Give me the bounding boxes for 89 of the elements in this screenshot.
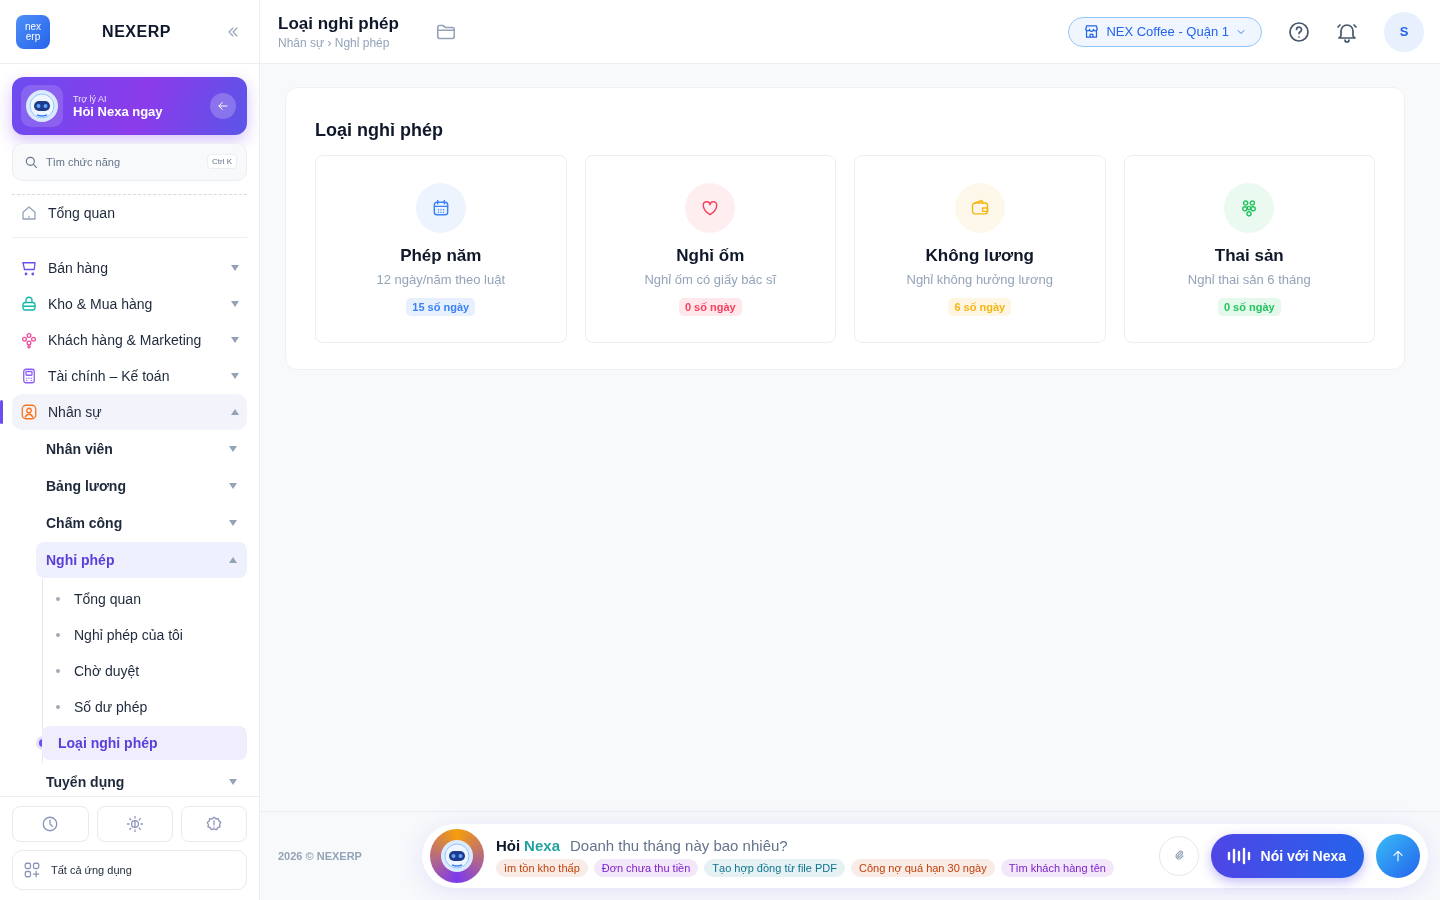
- assistant-title: Hỏi Nexa ngay: [73, 103, 164, 119]
- suggestion-chip[interactable]: Đơn chưa thu tiền: [593, 858, 699, 877]
- tool-button[interactable]: [12, 806, 89, 842]
- card-title: Phép năm: [400, 246, 482, 266]
- days-badge: 15 số ngày: [406, 298, 476, 316]
- caret-icon: [231, 265, 239, 271]
- leave-type-card[interactable]: Không lương Nghỉ không hưởng lương 6 số ngày: [854, 155, 1106, 343]
- leave-type-card[interactable]: Thai sản Nghỉ thai sản 6 tháng 0 số ngày: [1123, 155, 1375, 343]
- suggestion-chip[interactable]: Tìm khách hàng tên: [1000, 858, 1114, 877]
- nav-item[interactable]: Bảng lương: [36, 468, 247, 504]
- nav-item[interactable]: Tài chính – Kế toán: [12, 358, 247, 394]
- caret-icon: [231, 301, 239, 307]
- copyright: 2026 © NEXERP: [278, 850, 362, 862]
- caret-icon: [231, 409, 239, 415]
- bullet-icon: [56, 597, 60, 601]
- suggestion-chip[interactable]: Công nợ quá hạn 30 ngày: [851, 858, 995, 877]
- history-icon: [41, 815, 60, 833]
- arrow-left-icon: [216, 99, 230, 113]
- robot-icon: [439, 839, 474, 873]
- caret-icon: [229, 446, 237, 452]
- card-title: Thai sản: [1214, 246, 1284, 266]
- caret-icon: [229, 520, 237, 526]
- bullet-icon: [56, 669, 60, 673]
- nav-item[interactable]: Chờ duyệt: [70, 654, 247, 688]
- nav-item[interactable]: Bán hàng: [12, 250, 247, 286]
- nav-item[interactable]: Nghỉ phép: [36, 542, 247, 578]
- nav-item[interactable]: Nghỉ phép của tôi: [70, 618, 247, 652]
- nav-item[interactable]: Tổng quan: [12, 195, 247, 231]
- tool-button[interactable]: [181, 806, 247, 842]
- home-icon: [20, 204, 38, 222]
- all-apps-button[interactable]: Tất cả ứng dụng: [12, 850, 247, 890]
- nav-item[interactable]: Tổng quan: [70, 582, 247, 616]
- nav-item[interactable]: Chấm công: [36, 505, 247, 541]
- card-description: Nghỉ thai sản 6 tháng: [1187, 272, 1311, 287]
- arrow-up-icon: [1390, 848, 1406, 864]
- section-title: Loại nghỉ phép: [315, 120, 444, 141]
- avatar[interactable]: S: [1384, 11, 1424, 52]
- store-selector[interactable]: NEX Coffee - Quận 1: [1068, 16, 1262, 47]
- nav-item[interactable]: Tuyển dụng: [36, 764, 247, 796]
- card-title: Không lương: [925, 246, 1034, 266]
- leave-type-card[interactable]: Phép năm 12 ngày/năm theo luật 15 số ngày: [315, 155, 567, 343]
- user-icon: [20, 403, 38, 421]
- nav-item[interactable]: Nhân viên: [36, 431, 247, 467]
- bullet-icon: [56, 633, 60, 637]
- suggestion-chip[interactable]: ìm tồn kho thấp: [495, 858, 588, 877]
- robot-icon: [25, 89, 59, 123]
- voice-button[interactable]: Nói với Nexa: [1210, 834, 1364, 878]
- calculator-icon: [20, 367, 38, 385]
- send-button[interactable]: [1376, 834, 1420, 878]
- caret-icon: [229, 557, 237, 563]
- theme-icon: [126, 815, 145, 833]
- caret-icon: [229, 779, 237, 785]
- card-description: Nghỉ ốm có giấy bác sĩ: [644, 272, 776, 287]
- apps-icon: [23, 861, 41, 879]
- card-description: 12 ngày/năm theo luật: [376, 272, 506, 287]
- tool-button[interactable]: [96, 806, 174, 842]
- nav-item[interactable]: Loại nghỉ phép: [42, 726, 247, 760]
- active-indicator: [0, 400, 3, 424]
- breadcrumb: Nhân sự › Nghỉ phép: [278, 35, 391, 50]
- card-title: Nghỉ ốm: [676, 246, 745, 266]
- caret-icon: [231, 337, 239, 343]
- bullet-icon: [56, 705, 60, 709]
- days-badge: 0 số ngày: [1217, 298, 1281, 316]
- store-icon: [1083, 23, 1101, 40]
- assistant-caption: Trợ lý AI: [73, 93, 108, 104]
- wallet-icon: [969, 198, 990, 218]
- alert-icon: [205, 815, 224, 833]
- shortcut-hint: Ctrl K: [207, 154, 237, 169]
- card-description: Nghỉ không hưởng lương: [906, 272, 1053, 287]
- help-icon: [1287, 19, 1311, 44]
- days-badge: 0 số ngày: [678, 298, 742, 316]
- cart-icon: [20, 259, 38, 277]
- leave-type-card[interactable]: Nghỉ ốm Nghỉ ốm có giấy bác sĩ 0 số ngày: [584, 155, 836, 343]
- assistant-card[interactable]: Trợ lý AI Hỏi Nexa ngay: [12, 77, 247, 135]
- waveform-icon: [1226, 847, 1253, 865]
- days-badge: 6 số ngày: [948, 298, 1012, 316]
- nav-item[interactable]: Kho & Mua hàng: [12, 286, 247, 322]
- bag-icon: [20, 295, 38, 313]
- page-title: Loại nghỉ phép: [278, 13, 399, 34]
- people-icon: [20, 331, 38, 349]
- nav-item[interactable]: Số dư phép: [70, 690, 247, 724]
- caret-icon: [229, 483, 237, 489]
- logo: nex erp: [16, 14, 50, 49]
- nav-item[interactable]: Khách hàng & Marketing: [12, 322, 247, 358]
- brand-name: NEXERP: [101, 22, 172, 41]
- caret-icon: [231, 373, 239, 379]
- ask-label: Hỏi: [495, 836, 521, 854]
- suggestion-chip[interactable]: Tạo hợp đồng từ file PDF: [704, 858, 845, 877]
- assistant-name: Nexa: [524, 836, 560, 854]
